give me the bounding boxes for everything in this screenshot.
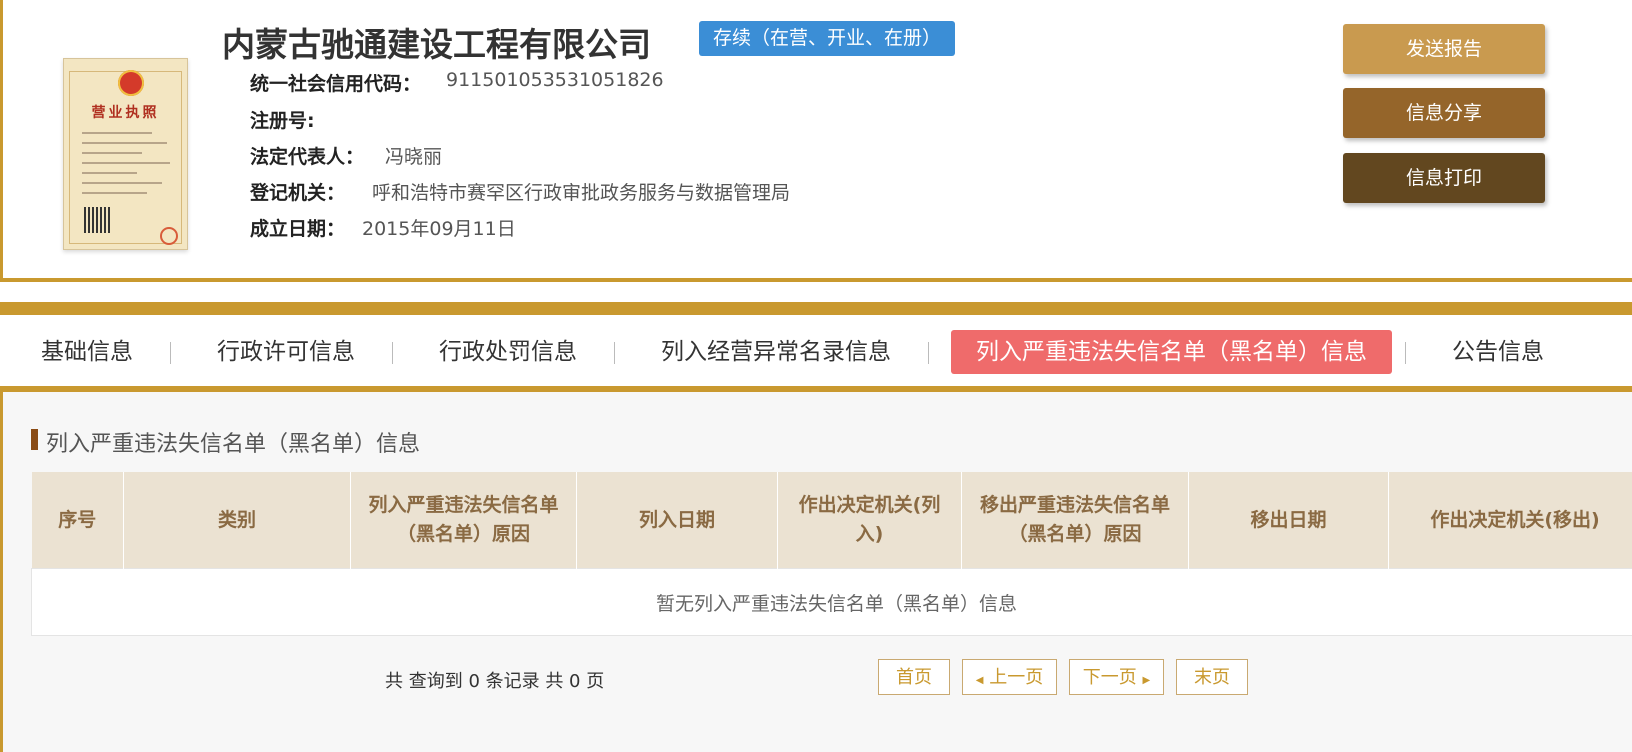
- tab-separator: [928, 342, 929, 364]
- status-badge: 存续（在营、开业、在册）: [699, 21, 955, 56]
- column-header-removal-reason: 移出严重违法失信名单（黑名单）原因: [962, 472, 1189, 569]
- national-emblem-icon: [118, 70, 144, 96]
- pager-summary: 共 查询到 0 条记录 共 0 页: [385, 667, 604, 693]
- blacklist-table: 序号 类别 列入严重违法失信名单（黑名单）原因 列入日期 作出决定机关(列入) …: [31, 472, 1632, 636]
- company-name: 内蒙古驰通建设工程有限公司: [222, 18, 651, 66]
- print-info-button[interactable]: 信息打印: [1343, 153, 1545, 203]
- reg-no-label: 注册号:: [250, 106, 315, 133]
- tab-admin-permit[interactable]: 行政许可信息: [217, 330, 355, 374]
- tab-separator: [614, 342, 615, 364]
- next-page-button[interactable]: 下一页 ▶: [1069, 659, 1164, 695]
- license-text-line: [82, 182, 162, 184]
- send-report-button[interactable]: 发送报告: [1343, 24, 1545, 74]
- tab-separator: [170, 342, 171, 364]
- last-page-button[interactable]: 末页: [1176, 659, 1248, 695]
- section-marker: [31, 429, 38, 450]
- tab-blacklist[interactable]: 列入严重违法失信名单（黑名单）信息: [951, 330, 1392, 374]
- license-text-line: [82, 152, 142, 154]
- qr-code-icon: [84, 207, 110, 233]
- prev-page-button[interactable]: ◀ 上一页: [962, 659, 1057, 695]
- caret-right-icon: ▶: [1143, 675, 1151, 686]
- license-text-line: [82, 192, 147, 194]
- license-border: 营业执照: [69, 71, 182, 244]
- column-header-listing-date: 列入日期: [577, 472, 778, 569]
- tab-separator: [392, 342, 393, 364]
- column-header-category: 类别: [124, 472, 351, 569]
- authority-value: 呼和浩特市赛罕区行政审批政务服务与数据管理局: [372, 178, 790, 205]
- tab-basic-info[interactable]: 基础信息: [41, 330, 133, 374]
- founded-value: 2015年09月11日: [362, 214, 516, 241]
- first-page-button[interactable]: 首页: [878, 659, 950, 695]
- license-text-line: [82, 162, 170, 164]
- legal-rep-label: 法定代表人：: [250, 142, 364, 169]
- tab-admin-penalty[interactable]: 行政处罚信息: [439, 330, 577, 374]
- column-header-removal-authority: 作出决定机关(移出): [1389, 472, 1632, 569]
- last-page-label: 末页: [1194, 667, 1230, 688]
- license-text-line: [82, 132, 152, 134]
- first-page-label: 首页: [896, 667, 932, 688]
- column-header-listing-reason: 列入严重违法失信名单（黑名单）原因: [351, 472, 577, 569]
- founded-label: 成立日期：: [250, 214, 345, 241]
- official-seal-icon: [160, 227, 178, 245]
- legal-rep-value: 冯晓丽: [385, 142, 442, 169]
- table-row: 暂无列入严重违法失信名单（黑名单）信息: [32, 569, 1632, 636]
- caret-left-icon: ◀: [976, 675, 984, 686]
- business-license-image[interactable]: 营业执照: [63, 58, 188, 250]
- license-title: 营业执照: [70, 102, 181, 122]
- next-page-label: 下一页: [1083, 667, 1137, 688]
- table-header-row: 序号 类别 列入严重违法失信名单（黑名单）原因 列入日期 作出决定机关(列入) …: [32, 472, 1632, 569]
- section-title: 列入严重违法失信名单（黑名单）信息: [46, 426, 420, 458]
- credit-code-label: 统一社会信用代码：: [250, 69, 421, 96]
- license-text-line: [82, 172, 137, 174]
- column-header-index: 序号: [32, 472, 124, 569]
- column-header-removal-date: 移出日期: [1189, 472, 1389, 569]
- tab-bar-top-border: [0, 302, 1632, 315]
- tab-abnormal-list[interactable]: 列入经营异常名录信息: [661, 330, 891, 374]
- share-info-button[interactable]: 信息分享: [1343, 88, 1545, 138]
- prev-page-label: 上一页: [989, 667, 1043, 688]
- authority-label: 登记机关：: [250, 178, 345, 205]
- empty-table-message: 暂无列入严重违法失信名单（黑名单）信息: [32, 569, 1632, 636]
- credit-code-value: 911501053531051826: [446, 69, 664, 91]
- license-text-line: [82, 142, 167, 144]
- tab-announcements[interactable]: 公告信息: [1452, 330, 1544, 374]
- column-header-listing-authority: 作出决定机关(列入): [778, 472, 962, 569]
- tab-separator: [1405, 342, 1406, 364]
